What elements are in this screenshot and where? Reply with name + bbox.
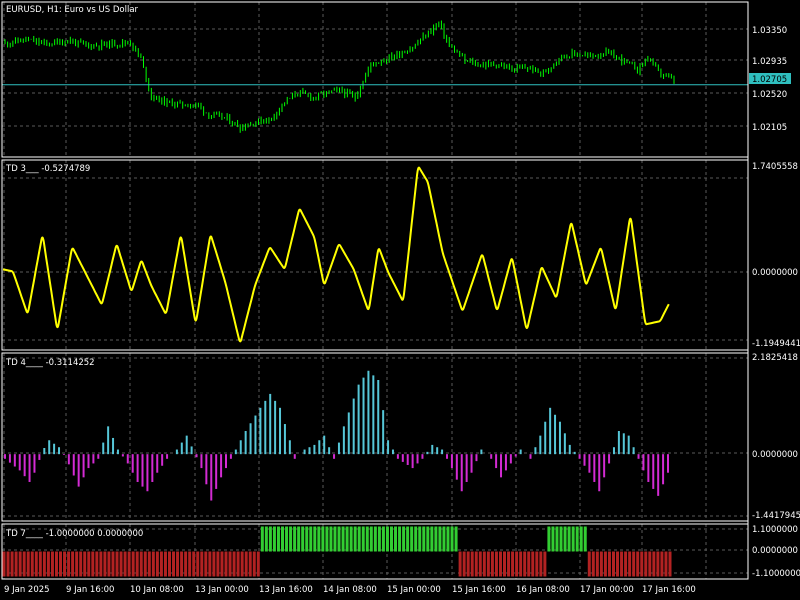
price-tick: 1.02520 [752,90,787,100]
time-tick: 15 Jan 00:00 [387,585,441,595]
current-price-label: 1.02705 [752,75,787,85]
td3-title: TD 3___ -0.5274789 [5,164,90,174]
td3-tick: 0.0000000 [752,268,798,278]
current-price-badge: 1.02705 [749,73,791,85]
time-tick: 13 Jan 00:00 [195,585,249,595]
td4-tick: 2.1825418 [752,353,798,363]
td4-tick: -1.4417945 [752,511,800,521]
td7-title: TD 7____ -1.0000000 0.0000000 [5,529,143,539]
pane-frame [1,1,749,158]
time-tick: 17 Jan 00:00 [580,585,634,595]
td3-axis: 1.7405558 0.0000000 -1.1949441 [752,162,800,349]
td3-tick: 1.7405558 [752,162,798,172]
price-candles [4,20,675,133]
td4-title: TD 4____ -0.3114252 [5,358,95,368]
time-tick: 16 Jan 08:00 [516,585,570,595]
time-tick: 17 Jan 16:00 [642,585,696,595]
time-tick: 14 Jan 08:00 [323,585,377,595]
td4-axis: 2.1825418 0.0000000 -1.4417945 [752,353,800,521]
td4-histogram [4,370,669,501]
time-tick: 10 Jan 08:00 [130,585,184,595]
time-tick: 9 Jan 16:00 [66,585,114,595]
pane-frame [1,352,749,522]
time-tick: 9 Jan 2025 [4,585,50,595]
chart-window[interactable]: EURUSD, H1: Euro vs US Dollar TD 3___ -0… [0,0,800,600]
grid-lines [2,2,748,579]
td7-tick: -1.1000000 [752,569,800,579]
price-tick: 1.02935 [752,57,787,67]
chart-title: EURUSD, H1: Euro vs US Dollar [6,5,139,15]
td3-tick: -1.1949441 [752,339,800,349]
td7-tick: 0.0000000 [752,546,798,556]
td7-tick: 1.1000000 [752,525,798,535]
td4-tick: 0.0000000 [752,450,798,460]
time-tick: 15 Jan 16:00 [452,585,506,595]
time-tick: 13 Jan 16:00 [259,585,313,595]
pane-frames [1,1,749,580]
td7-axis: 1.1000000 0.0000000 -1.1000000 [752,525,800,579]
td3-indicator-line [2,166,670,343]
price-tick: 1.02105 [752,123,787,133]
price-tick: 1.03350 [752,26,787,36]
time-axis: 9 Jan 2025 9 Jan 16:00 10 Jan 08:00 13 J… [4,585,696,595]
